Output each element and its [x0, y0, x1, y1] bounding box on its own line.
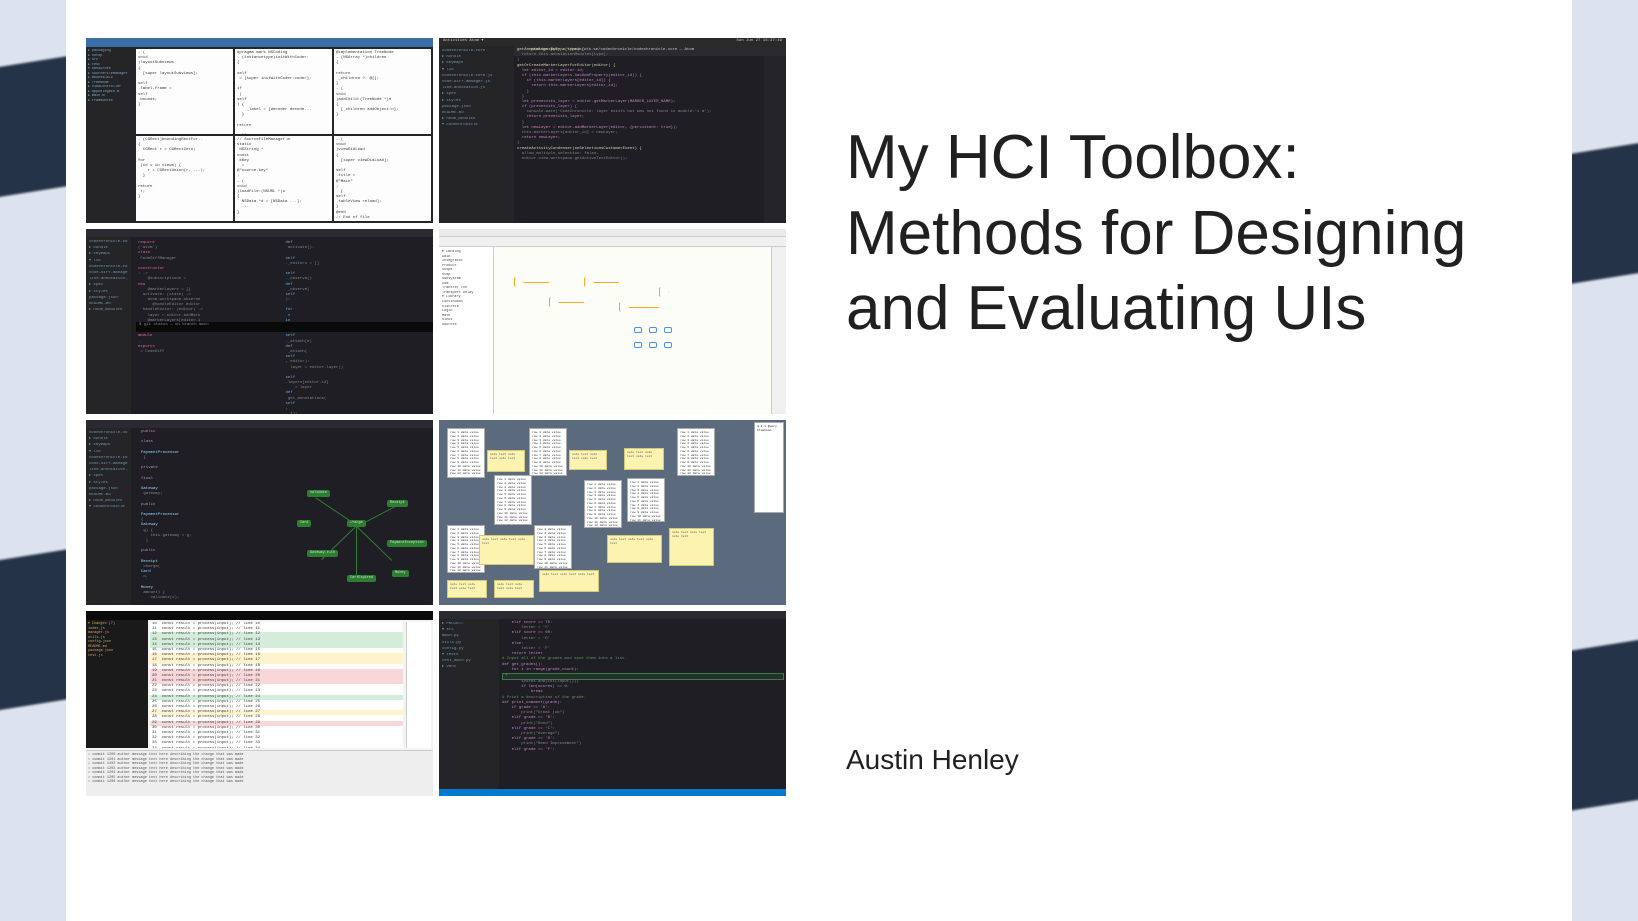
thumbnail-ide-multipane: ▸ packaging▸ setup▸ src▸ test▾ Resources…	[86, 38, 433, 223]
slide-title-rest: Methods for Designing and Evaluating UIs	[846, 199, 1466, 344]
slide-author: Austin Henley	[846, 744, 1512, 776]
slide-title: My HCI Toolbox: Methods for Designing an…	[846, 120, 1512, 347]
slide: ▸ packaging▸ setup▸ src▸ test▾ Resources…	[66, 0, 1572, 921]
thumbnail-atom-editor: Activities Atom ▾Sun Jun 27 16:37:49 pac…	[439, 38, 786, 223]
thumbnail-diagram-tool: ▾ Catalog Gain Integrator Product Scope …	[439, 229, 786, 414]
thumbnail-sticky-canvas: row 1 data valuerow 2 data valuerow 3 da…	[439, 420, 786, 605]
thumbnail-split-editor: codechronicle-core▸ bundle▸ keymaps▾ lib…	[86, 229, 433, 414]
thumbnail-grid: ▸ packaging▸ setup▸ src▸ test▾ Resources…	[66, 0, 786, 921]
thumbnail-code-graph: codechronicle-core▸ bundle▸ keymaps▾ lib…	[86, 420, 433, 605]
thumbnail-vscode-python: ▸ PROJECT▾ src main.py utils.py config.p…	[439, 611, 786, 796]
thumbnail-diff-tool: ▾ Changes (7) index.js manager.js utils.…	[86, 611, 433, 796]
slide-title-bold: My HCI Toolbox:	[846, 123, 1300, 192]
